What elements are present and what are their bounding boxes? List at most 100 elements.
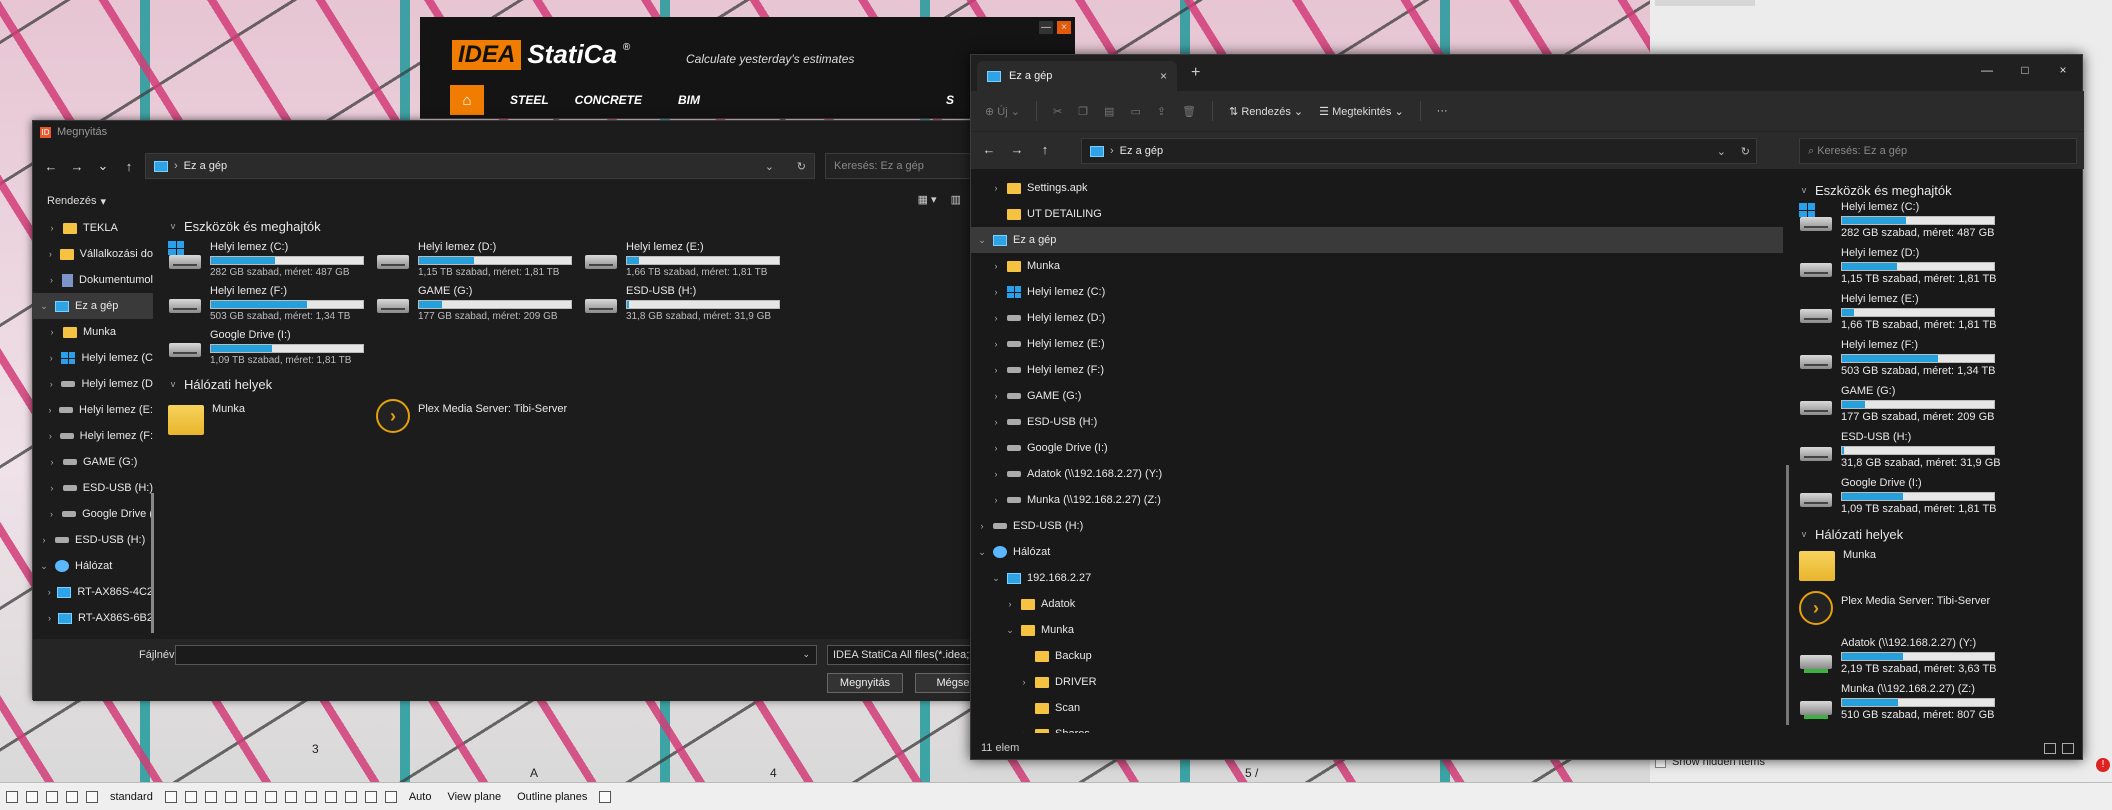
filter-tool-icon[interactable] [46, 790, 58, 803]
open-button[interactable]: Megnyitás [827, 673, 903, 693]
drive-tile[interactable]: Helyi lemez (D:) 1,15 TB szabad, méret: 1… [376, 241, 584, 278]
drive-tile[interactable]: Helyi lemez (D:) 1,15 TB szabad, méret: 1… [1799, 247, 2079, 293]
drive-tile[interactable]: Adatok (\\192.168.2.27) (Y:) 2,19 TB szab… [1799, 637, 2079, 683]
up-arrow-icon[interactable]: ↑ [121, 159, 137, 174]
tree-scrollbar[interactable] [1786, 465, 1789, 725]
expand-chevron-icon[interactable]: › [991, 443, 1001, 453]
snap-point-icon[interactable] [224, 790, 237, 803]
devices-group-header[interactable]: v Eszközök és meghajtók [168, 215, 988, 237]
tree-item[interactable]: › DRIVER [971, 669, 1783, 695]
expand-chevron-icon[interactable]: › [47, 587, 51, 597]
dialog-search-input[interactable]: Keresés: Ez a gép [825, 153, 985, 179]
expand-chevron-icon[interactable]: › [47, 327, 57, 337]
tree-item[interactable]: › GAME (G:) [33, 449, 153, 475]
tree-item[interactable]: ⌄ Hálózat [33, 553, 153, 579]
expand-chevron-icon[interactable]: › [47, 353, 55, 363]
tree-item[interactable]: › Dokumentumol [33, 267, 153, 293]
tree-item[interactable]: Backup [971, 643, 1783, 669]
eye-icon[interactable] [599, 790, 612, 803]
tree-item[interactable]: UT DETAILING [971, 201, 1783, 227]
snap-tool-icon[interactable] [26, 790, 38, 803]
nav-bim[interactable]: BIM [678, 93, 700, 107]
expand-chevron-icon[interactable]: › [47, 249, 54, 259]
forward-arrow-icon[interactable]: → [1009, 142, 1025, 157]
explorer-tab[interactable]: Ez a gép × [977, 61, 1177, 91]
expand-chevron-icon[interactable]: › [1005, 599, 1015, 609]
up-arrow-icon[interactable]: ↑ [1037, 142, 1053, 157]
devices-group-header[interactable]: v Eszközök és meghajtók [1799, 179, 2079, 201]
tree-item[interactable]: › RT-AX86S-6B2 [33, 605, 153, 631]
preset-dropdown[interactable]: standard [106, 790, 157, 804]
outline-planes-dropdown[interactable]: Outline planes [513, 790, 591, 804]
recent-chevron-icon[interactable]: ⌄ [95, 158, 111, 174]
minimize-button[interactable]: — [1039, 21, 1053, 34]
tiles-view-icon[interactable] [2062, 742, 2074, 754]
collapse-chevron-icon[interactable]: v [168, 379, 178, 389]
expand-chevron-icon[interactable]: › [991, 417, 1001, 427]
cut-icon[interactable]: ✂ [1053, 105, 1062, 118]
expand-chevron-icon[interactable]: › [47, 431, 54, 441]
details-view-icon[interactable] [2044, 742, 2056, 754]
snap-circle-icon[interactable] [264, 790, 277, 803]
auto-dropdown[interactable]: Auto [405, 790, 436, 804]
tree-item[interactable]: › Helyi lemez (C [33, 345, 153, 371]
network-group-header[interactable]: v Hálózati helyek [1799, 523, 2079, 545]
filename-input[interactable]: ⌄ [175, 645, 817, 665]
tree-item[interactable]: › RT-AX86S-4C2 [33, 579, 153, 605]
expand-chevron-icon[interactable]: › [47, 457, 57, 467]
panel-tab[interactable] [1655, 0, 1755, 6]
share-icon[interactable]: ⇪ [1157, 105, 1166, 118]
view-plane-dropdown[interactable]: View plane [443, 790, 505, 804]
collapse-chevron-icon[interactable]: v [168, 221, 178, 231]
back-arrow-icon[interactable]: ← [43, 159, 59, 174]
expand-chevron-icon[interactable]: › [991, 469, 1001, 479]
expand-chevron-icon[interactable]: › [47, 405, 53, 415]
expand-chevron-icon[interactable]: › [47, 379, 55, 389]
grid-tool-icon[interactable] [66, 790, 78, 803]
explorer-address-bar[interactable]: › Ez a gép ⌄ ↻ [1081, 138, 1757, 164]
view-tool-icon[interactable] [204, 790, 217, 803]
snap-free-icon[interactable] [384, 790, 397, 803]
tree-item[interactable]: ⌄ Hálózat [971, 539, 1783, 565]
new-button[interactable]: ⊕ Új ⌄ [985, 105, 1020, 118]
tree-item[interactable]: › Helyi lemez (D:) [971, 305, 1783, 331]
nav-steel[interactable]: STEEL [510, 93, 549, 107]
tree-scrollbar[interactable] [151, 493, 154, 633]
tree-item[interactable]: › Settings.apk [971, 175, 1783, 201]
expand-chevron-icon[interactable]: › [991, 261, 1001, 271]
expand-chevron-icon[interactable]: ⌄ [991, 573, 1001, 584]
tree-item[interactable]: › Adatok [971, 591, 1783, 617]
network-group-header[interactable]: v Hálózati helyek [168, 373, 988, 395]
drive-tile[interactable]: Helyi lemez (F:) 503 GB szabad, méret: 1,… [1799, 339, 2079, 385]
tree-item[interactable]: › ESD-USB (H:) [971, 409, 1783, 435]
tree-item[interactable]: › ESD-USB (H:) [971, 513, 1783, 539]
expand-chevron-icon[interactable]: › [991, 287, 1001, 297]
drive-tile[interactable]: Helyi lemez (C:) 282 GB szabad, méret: 48… [1799, 201, 2079, 247]
tree-item[interactable]: › Adatok (\\192.168.2.27) (Y:) [971, 461, 1783, 487]
tree-item[interactable]: › TEKLA [33, 215, 153, 241]
back-arrow-icon[interactable]: ← [981, 142, 997, 157]
network-location[interactable]: Munka [168, 399, 376, 443]
tree-item[interactable]: › GAME (G:) [971, 383, 1783, 409]
expand-chevron-icon[interactable]: › [1019, 729, 1029, 733]
preview-pane-icon[interactable]: ▥ [951, 193, 961, 206]
sort-button[interactable]: ⇅ Rendezés ⌄ [1229, 105, 1303, 118]
expand-chevron-icon[interactable]: ⌄ [977, 547, 987, 558]
drive-tile[interactable]: Google Drive (I:) 1,09 TB szabad, méret: … [168, 329, 376, 366]
expand-chevron-icon[interactable]: › [39, 535, 49, 545]
tree-item[interactable]: › ESD-USB (H:) [33, 527, 153, 553]
dialog-address-bar[interactable]: › Ez a gép ⌄ ↻ [145, 153, 815, 179]
expand-chevron-icon[interactable]: ⌄ [39, 301, 49, 312]
tree-item[interactable]: › Munka [971, 253, 1783, 279]
address-dropdown-icon[interactable]: ⌄ [765, 160, 774, 173]
expand-chevron-icon[interactable]: › [991, 495, 1001, 505]
copy-icon[interactable]: ❐ [1078, 105, 1088, 118]
view-options-icon[interactable]: ▦ ▾ [918, 193, 937, 206]
zoom-tool-icon[interactable] [86, 790, 98, 803]
error-icon[interactable]: ! [2096, 758, 2110, 772]
minimize-button[interactable]: — [1968, 55, 2006, 85]
expand-chevron-icon[interactable]: › [977, 521, 987, 531]
pick-tool-icon[interactable] [184, 790, 197, 803]
delete-icon[interactable]: 🗑 [1182, 105, 1196, 118]
drive-tile[interactable]: Helyi lemez (C:) 282 GB szabad, méret: 48… [168, 241, 376, 278]
